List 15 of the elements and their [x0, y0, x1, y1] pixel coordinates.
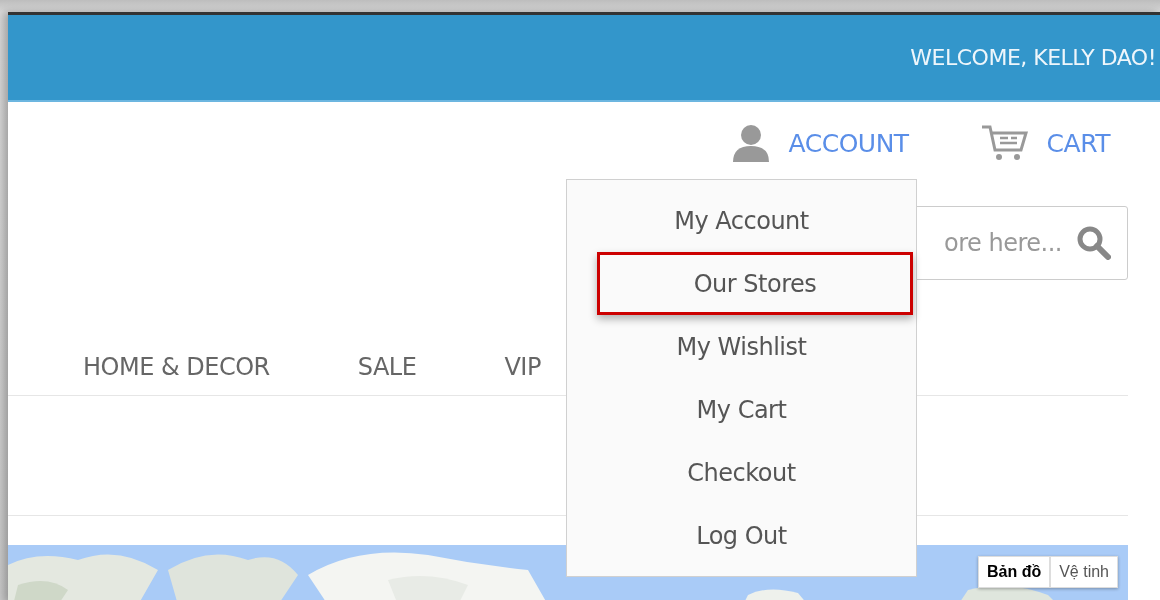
menu-item[interactable]: My Cart [567, 378, 916, 441]
search-icon[interactable] [1077, 226, 1111, 260]
nav-link[interactable]: VIP [504, 353, 541, 381]
nav-link[interactable]: SALE [357, 353, 417, 381]
menu-item[interactable]: Log Out [567, 504, 916, 567]
menu-item[interactable]: My Wishlist [567, 315, 916, 378]
map-type-tab[interactable]: Bản đồ [977, 556, 1051, 588]
search-placeholder: ore here... [944, 229, 1062, 257]
welcome-text: WELCOME, KELLY DAO! [910, 45, 1156, 70]
cart-icon [980, 124, 1029, 162]
user-icon [730, 124, 771, 162]
menu-item[interactable]: Our Stores [597, 252, 913, 315]
menu-item[interactable]: Checkout [567, 441, 916, 504]
nav-link[interactable]: HOME & DECOR [83, 353, 270, 381]
map-type-tab[interactable]: Vệ tinh [1050, 556, 1118, 588]
